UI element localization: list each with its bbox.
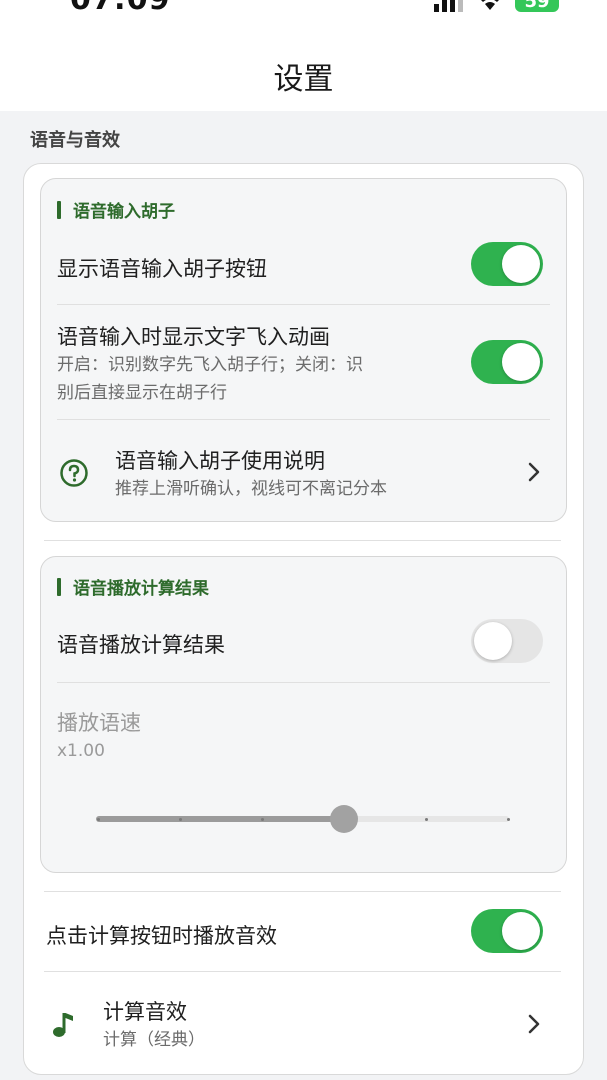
show-voice-button-toggle[interactable]: [471, 242, 543, 286]
divider: [57, 682, 550, 683]
section-label: 语音与音效: [30, 130, 120, 151]
status-icons: 59: [433, 0, 559, 12]
wifi-icon: [481, 0, 499, 10]
status-bar: 07:09 59: [0, 0, 607, 24]
group-title-bar: [57, 577, 61, 596]
slider-tick: [425, 818, 428, 821]
calc-sound-value: 计算（经典）: [103, 1030, 205, 1050]
question-circle-icon: [60, 459, 88, 487]
divider: [44, 891, 561, 892]
click-sound-toggle[interactable]: [471, 909, 543, 953]
slider-tick: [261, 818, 264, 821]
voice-input-group-header: 语音输入胡子: [57, 197, 175, 222]
slider-tick: [507, 818, 510, 821]
playback-speed-value: x1.00: [57, 741, 105, 761]
chevron-right-icon: [528, 1014, 540, 1034]
click-sound-label: 点击计算按钮时播放音效: [46, 924, 277, 948]
settings-card: 语音输入胡子 显示语音输入胡子按钮 语音输入时显示文字飞入动画 开启：识别数字先…: [23, 163, 584, 1075]
battery-indicator: 59: [515, 0, 559, 12]
header: 设置: [0, 24, 607, 111]
voice-playback-toggle[interactable]: [471, 619, 543, 663]
toggle-knob: [502, 912, 540, 950]
divider: [44, 971, 561, 972]
slider-tick: [97, 818, 100, 821]
slider-thumb[interactable]: [330, 805, 358, 833]
voice-input-group-title: 语音输入胡子: [73, 202, 175, 222]
divider: [57, 304, 550, 305]
show-voice-button-label: 显示语音输入胡子按钮: [57, 257, 267, 281]
voice-input-group-card: 语音输入胡子 显示语音输入胡子按钮 语音输入时显示文字飞入动画 开启：识别数字先…: [40, 178, 567, 522]
divider: [57, 419, 550, 420]
calc-sound-label: 计算音效: [103, 1000, 187, 1024]
slider-tick: [179, 818, 182, 821]
toggle-knob: [502, 245, 540, 283]
fly-in-animation-label: 语音输入时显示文字飞入动画: [57, 325, 330, 349]
slider-fill: [96, 816, 344, 822]
toggle-knob: [474, 622, 512, 660]
status-time: 07:09: [70, 0, 171, 17]
divider: [44, 540, 561, 541]
voice-input-help-label: 语音输入胡子使用说明: [115, 449, 325, 473]
voice-playback-group-title: 语音播放计算结果: [73, 579, 209, 599]
cellular-signal-icon: [434, 0, 463, 12]
voice-playback-group-card: 语音播放计算结果 语音播放计算结果 播放语速 x1.00: [40, 556, 567, 873]
voice-input-help-description: 推荐上滑听确认，视线可不离记分本: [115, 479, 387, 499]
group-title-bar: [57, 200, 61, 219]
playback-speed-label: 播放语速: [57, 711, 141, 735]
voice-playback-group-header: 语音播放计算结果: [57, 574, 209, 599]
chevron-right-icon: [528, 462, 540, 482]
music-note-icon: [53, 1013, 73, 1037]
voice-playback-label: 语音播放计算结果: [57, 633, 225, 657]
fly-in-animation-toggle[interactable]: [471, 340, 543, 384]
toggle-knob: [502, 343, 540, 381]
fly-in-animation-description-line2: 别后直接显示在胡子行: [57, 383, 227, 403]
page-title: 设置: [273, 62, 334, 97]
fly-in-animation-description-line1: 开启：识别数字先飞入胡子行；关闭：识: [57, 355, 363, 375]
